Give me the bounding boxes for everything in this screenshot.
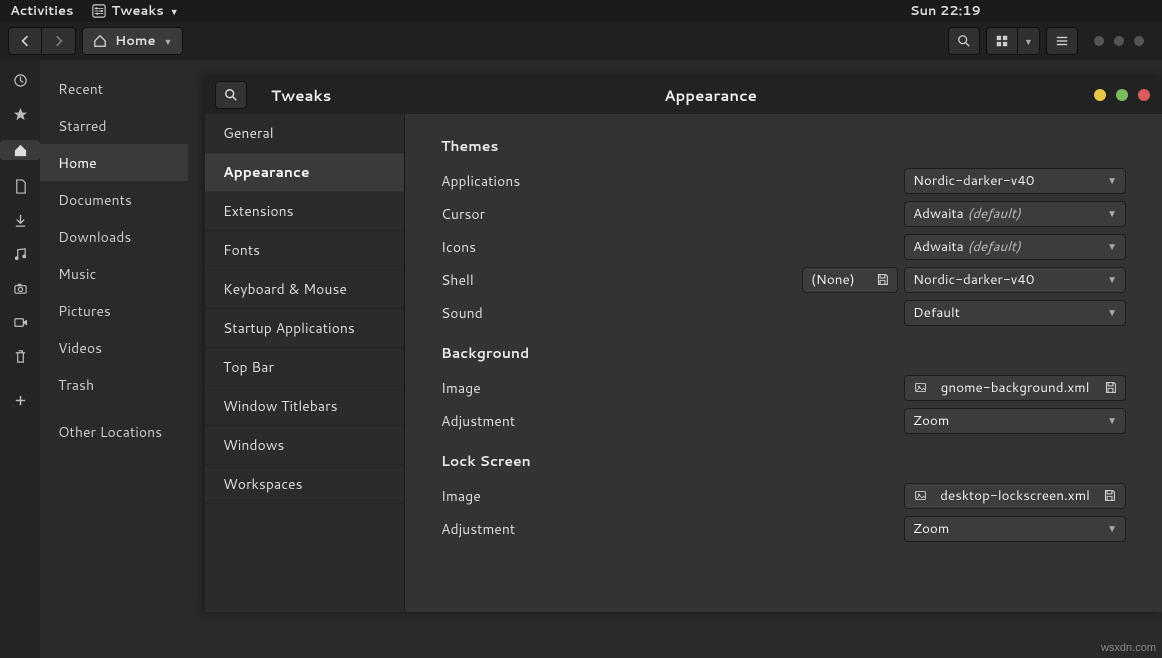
- minimize-button[interactable]: [1094, 89, 1106, 101]
- chevron-down-icon: ▼: [164, 35, 173, 48]
- image-icon: [913, 489, 927, 503]
- watermark: wsxdn.com: [1101, 642, 1156, 654]
- sidebar-item-starred[interactable]: Starred: [40, 107, 188, 144]
- sidebar-item-home[interactable]: Home: [40, 144, 188, 181]
- download-icon: [12, 212, 28, 228]
- sound-label: Sound: [441, 303, 904, 323]
- lockscreen-adjustment-combo[interactable]: Zoom ▼: [904, 516, 1126, 542]
- sidebar-item-general[interactable]: General: [205, 114, 404, 153]
- sidebar-item-pictures[interactable]: Pictures: [40, 292, 188, 329]
- view-grid-button[interactable]: [986, 27, 1018, 55]
- app-menu-label: Tweaks: [112, 2, 164, 20]
- sidebar-item-other-locations[interactable]: Other Locations: [40, 413, 188, 450]
- tweaks-content: Themes Applications Nordic-darker-v40 ▼ …: [405, 114, 1162, 612]
- maximize-button[interactable]: [1116, 89, 1128, 101]
- section-title-lockscreen: Lock Screen: [441, 451, 1126, 471]
- chevron-down-icon: ▼: [1107, 207, 1117, 221]
- sidebar-item-music[interactable]: Music: [40, 255, 188, 292]
- sidebar-item-trash[interactable]: Trash: [40, 366, 188, 403]
- path-label: Home: [115, 32, 156, 50]
- trash-icon: [12, 348, 28, 364]
- sidebar-item-workspaces[interactable]: Workspaces: [205, 465, 404, 504]
- star-icon: [12, 106, 28, 122]
- hamburger-button[interactable]: [1046, 27, 1078, 55]
- save-icon: [875, 273, 889, 287]
- tweaks-sidebar: General Appearance Extensions Fonts Keyb…: [205, 114, 405, 612]
- sidebar-item-downloads[interactable]: Downloads: [40, 218, 188, 255]
- icons-label: Icons: [441, 237, 904, 257]
- sound-theme-combo[interactable]: Default ▼: [904, 300, 1126, 326]
- window-title: Tweaks: [247, 85, 407, 106]
- chevron-down-icon: ▼: [1107, 414, 1117, 428]
- sidebar-item-extensions[interactable]: Extensions: [205, 192, 404, 231]
- sidebar-item-videos[interactable]: Videos: [40, 329, 188, 366]
- home-icon: [0, 140, 40, 160]
- cursor-theme-combo[interactable]: Adwaita (default) ▼: [904, 201, 1126, 227]
- background-adjustment-label: Adjustment: [441, 411, 904, 431]
- lockscreen-image-button[interactable]: desktop-lockscreen.xml: [904, 483, 1126, 509]
- chevron-down-icon: ▼: [1107, 273, 1117, 287]
- lockscreen-adjustment-label: Adjustment: [441, 519, 904, 539]
- cursor-label: Cursor: [441, 204, 904, 224]
- view-menu-button[interactable]: ▼: [1018, 27, 1040, 55]
- chevron-down-icon: ▼: [1107, 174, 1117, 188]
- shell-label: Shell: [441, 270, 802, 290]
- tweaks-app-icon: [92, 4, 106, 18]
- gnome-top-bar: Activities Tweaks ▼ Sun 22:19: [0, 0, 1162, 22]
- document-icon: [12, 178, 28, 194]
- sidebar-item-top-bar[interactable]: Top Bar: [205, 348, 404, 387]
- applications-theme-combo[interactable]: Nordic-darker-v40 ▼: [904, 168, 1126, 194]
- sidebar-item-keyboard-mouse[interactable]: Keyboard & Mouse: [205, 270, 404, 309]
- close-button[interactable]: [1138, 89, 1150, 101]
- tweaks-window: Tweaks Appearance General Appearance Ext…: [205, 76, 1162, 612]
- video-icon: [12, 314, 28, 330]
- app-menu[interactable]: Tweaks ▼: [92, 2, 179, 20]
- sidebar-item-documents[interactable]: Documents: [40, 181, 188, 218]
- plus-icon: [12, 392, 28, 408]
- chevron-down-icon: ▼: [1107, 240, 1117, 254]
- sidebar-item-windows[interactable]: Windows: [205, 426, 404, 465]
- search-button[interactable]: [948, 27, 980, 55]
- page-title: Appearance: [407, 85, 1094, 106]
- files-sidebar: Recent Starred Home Documents Downloads …: [40, 60, 188, 658]
- maximize-button[interactable]: [1114, 36, 1124, 46]
- chevron-down-icon: ▼: [1107, 522, 1117, 536]
- shell-none-button[interactable]: (None): [802, 267, 898, 293]
- sidebar-item-startup-applications[interactable]: Startup Applications: [205, 309, 404, 348]
- files-sidebar-icons: [0, 60, 40, 658]
- minimize-button[interactable]: [1094, 36, 1104, 46]
- forward-button[interactable]: [42, 27, 76, 55]
- section-title-background: Background: [441, 343, 1126, 363]
- sidebar-item-appearance[interactable]: Appearance: [205, 153, 404, 192]
- camera-icon: [12, 280, 28, 296]
- chevron-down-icon: ▼: [1024, 35, 1033, 48]
- files-header-bar: Home ▼ ▼: [0, 22, 1162, 60]
- background-image-button[interactable]: gnome-background.xml: [904, 375, 1126, 401]
- save-icon: [1103, 381, 1117, 395]
- clock-icon: [12, 72, 28, 88]
- sidebar-item-window-titlebars[interactable]: Window Titlebars: [205, 387, 404, 426]
- background-image-label: Image: [441, 378, 904, 398]
- icons-theme-combo[interactable]: Adwaita (default) ▼: [904, 234, 1126, 260]
- close-button[interactable]: [1134, 36, 1144, 46]
- image-icon: [913, 381, 927, 395]
- music-icon: [12, 246, 28, 262]
- chevron-down-icon: ▼: [170, 5, 179, 18]
- clock[interactable]: Sun 22:19: [910, 2, 981, 20]
- path-bar[interactable]: Home ▼: [82, 27, 183, 55]
- applications-label: Applications: [441, 171, 904, 191]
- tweaks-header: Tweaks Appearance: [205, 76, 1162, 114]
- activities-button[interactable]: Activities: [10, 2, 74, 20]
- sidebar-item-fonts[interactable]: Fonts: [205, 231, 404, 270]
- back-button[interactable]: [8, 27, 42, 55]
- background-adjustment-combo[interactable]: Zoom ▼: [904, 408, 1126, 434]
- lockscreen-image-label: Image: [441, 486, 904, 506]
- section-title-themes: Themes: [441, 136, 1126, 156]
- save-icon: [1103, 489, 1117, 503]
- home-icon: [93, 34, 107, 48]
- sidebar-item-recent[interactable]: Recent: [40, 70, 188, 107]
- search-button[interactable]: [215, 81, 247, 109]
- chevron-down-icon: ▼: [1107, 306, 1117, 320]
- shell-theme-combo[interactable]: Nordic-darker-v40 ▼: [904, 267, 1126, 293]
